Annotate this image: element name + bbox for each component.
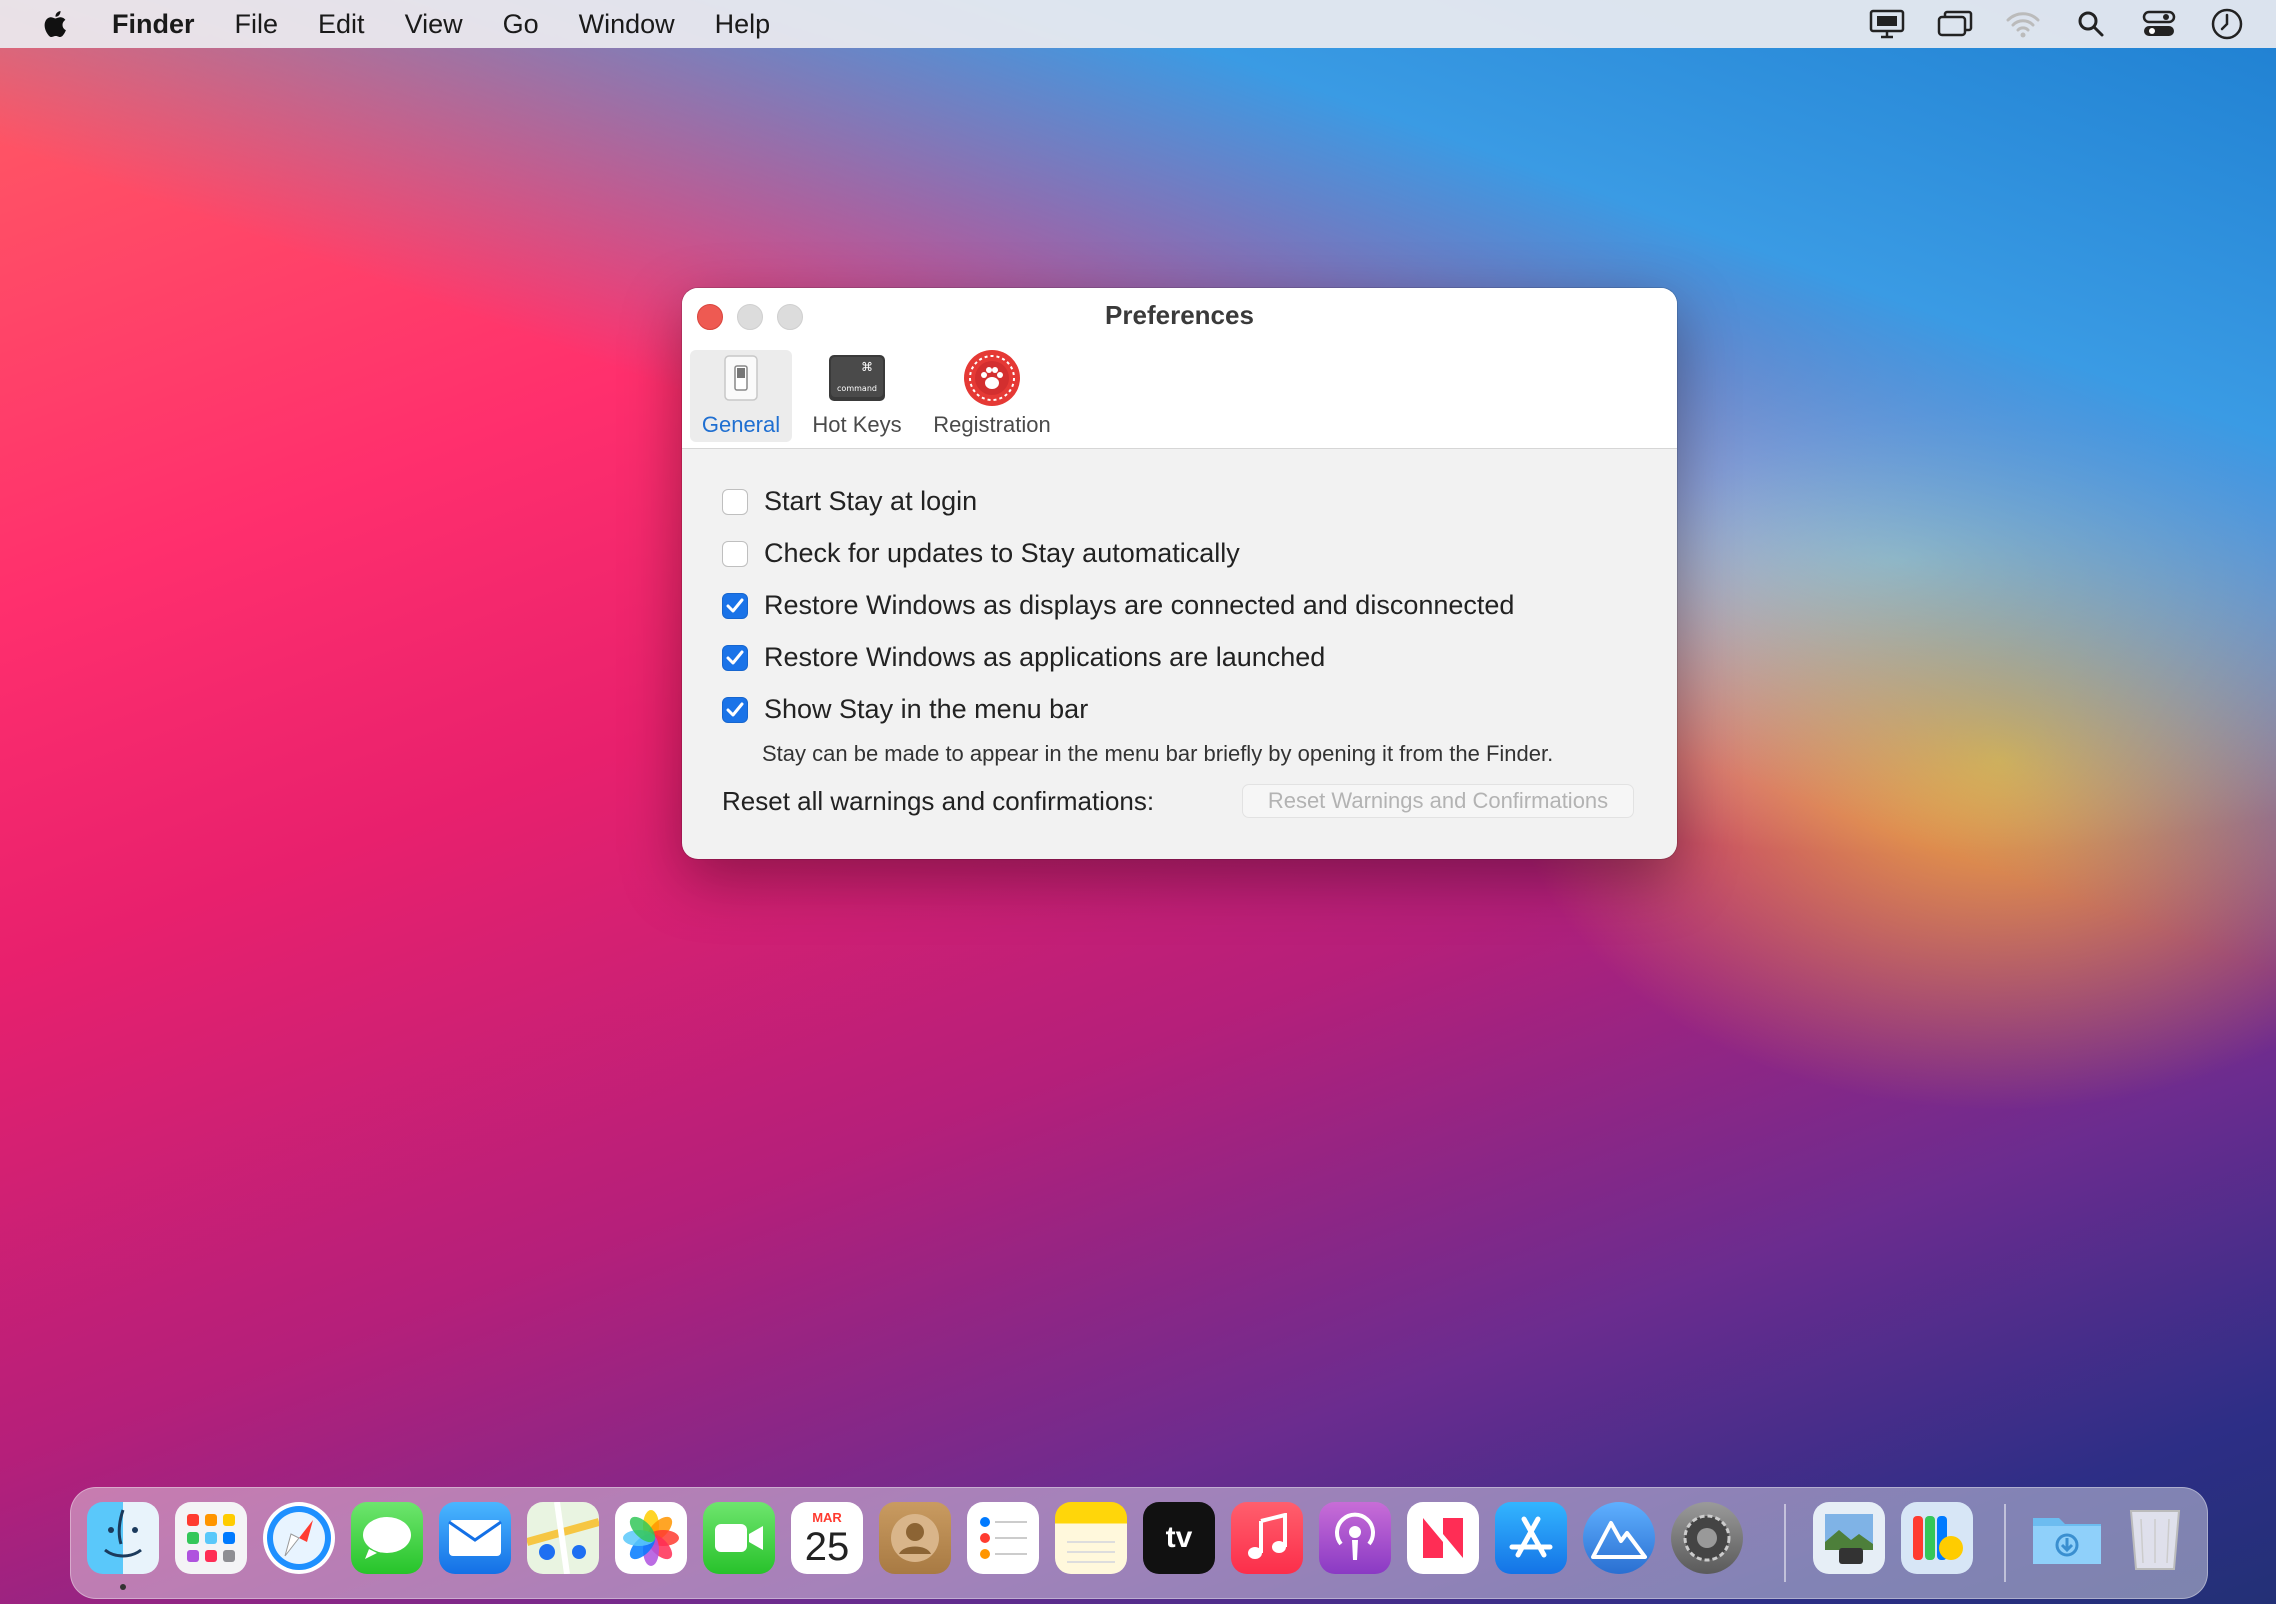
contacts-icon[interactable] (879, 1502, 951, 1574)
notes-icon[interactable] (1055, 1502, 1127, 1574)
music-icon[interactable] (1231, 1502, 1303, 1574)
menu-edit[interactable]: Edit (318, 9, 365, 40)
show-in-menu-bar-label: Show Stay in the menu bar (764, 694, 1089, 724)
switch-icon (711, 350, 771, 406)
photos-icon[interactable] (615, 1502, 687, 1574)
checkmark-icon (726, 598, 744, 612)
menu-go[interactable]: Go (503, 9, 539, 40)
calendar-day: 25 (804, 1524, 850, 1569)
menu-file[interactable]: File (235, 9, 279, 40)
mountain-app-icon[interactable] (1583, 1502, 1655, 1574)
option-show-in-menu-bar[interactable]: Show Stay in the menu bar (722, 694, 1088, 725)
menu-help[interactable]: Help (715, 9, 771, 40)
apple-tv-label: tv (1165, 1521, 1193, 1554)
control-center-icon[interactable] (2140, 5, 2178, 43)
apple-tv-icon[interactable]: tv (1143, 1502, 1215, 1574)
finder-running-indicator (120, 1584, 126, 1590)
svg-text:⌘: ⌘ (861, 360, 873, 374)
paw-seal-icon (962, 350, 1022, 406)
dock-separator (1784, 1504, 1786, 1582)
tab-hot-keys-label: Hot Keys (812, 412, 902, 437)
safari-icon[interactable] (263, 1502, 335, 1574)
tab-general-label: General (701, 412, 781, 437)
menu-app-name[interactable]: Finder (112, 9, 195, 40)
trash-icon[interactable] (2119, 1502, 2191, 1574)
checkmark-icon (726, 650, 744, 664)
option-start-at-login[interactable]: Start Stay at login (722, 486, 977, 517)
tab-general[interactable]: General (690, 350, 792, 442)
menu-bar: Finder File Edit View Go Window Help (0, 0, 2276, 48)
launchpad-icon[interactable] (175, 1502, 247, 1574)
show-in-menu-bar-checkbox[interactable] (722, 696, 748, 723)
tab-registration-label: Registration (933, 412, 1051, 437)
restore-displays-label: Restore Windows as displays are connecte… (764, 590, 1515, 620)
start-at-login-label: Start Stay at login (764, 486, 978, 516)
checkmark-icon (726, 702, 744, 716)
option-restore-applications[interactable]: Restore Windows as applications are laun… (722, 642, 1325, 673)
facetime-icon[interactable] (703, 1502, 775, 1574)
restore-displays-checkbox[interactable] (722, 592, 748, 619)
menu-window[interactable]: Window (579, 9, 675, 40)
restore-applications-checkbox[interactable] (722, 644, 748, 671)
mail-icon[interactable] (439, 1502, 511, 1574)
calendar-icon[interactable]: MAR 25 (791, 1502, 863, 1574)
search-icon[interactable] (2072, 5, 2110, 43)
calendar-month: MAR (812, 1509, 842, 1525)
wifi-icon[interactable] (2004, 5, 2042, 43)
reset-warnings-label: Reset all warnings and confirmations: (722, 786, 1155, 816)
option-check-updates[interactable]: Check for updates to Stay automatically (722, 538, 1240, 569)
reminders-icon[interactable] (967, 1502, 1039, 1574)
apple-menu-icon[interactable] (40, 6, 72, 42)
downloads-folder-icon[interactable] (2031, 1502, 2103, 1574)
color-sync-icon[interactable] (1901, 1502, 1973, 1574)
preferences-window: Preferences General ⌘ command Hot Keys R… (682, 288, 1677, 859)
finder-icon[interactable] (87, 1502, 159, 1574)
check-updates-label: Check for updates to Stay automatically (764, 538, 1240, 568)
dock: MAR 25 tv (70, 1487, 2208, 1599)
reset-warnings-button[interactable]: Reset Warnings and Confirmations (1242, 784, 1634, 818)
system-preferences-icon[interactable] (1671, 1502, 1743, 1574)
command-key-icon: ⌘ command (827, 350, 887, 406)
window-toolbar: Preferences General ⌘ command Hot Keys R… (682, 288, 1677, 449)
tab-hot-keys[interactable]: ⌘ command Hot Keys (802, 350, 912, 442)
dock-separator (2004, 1504, 2006, 1582)
restore-applications-label: Restore Windows as applications are laun… (764, 642, 1326, 672)
display-icon[interactable] (1868, 5, 1906, 43)
clock-icon[interactable] (2208, 5, 2246, 43)
check-updates-checkbox[interactable] (722, 540, 748, 567)
menu-view[interactable]: View (405, 9, 463, 40)
start-at-login-checkbox[interactable] (722, 488, 748, 515)
tab-registration[interactable]: Registration (922, 350, 1062, 442)
maps-icon[interactable] (527, 1502, 599, 1574)
app-store-icon[interactable] (1495, 1502, 1567, 1574)
menu-bar-hint: Stay can be made to appear in the menu b… (762, 741, 1554, 766)
svg-text:command: command (837, 384, 877, 393)
screen-mirroring-icon[interactable] (1936, 5, 1974, 43)
messages-icon[interactable] (351, 1502, 423, 1574)
news-icon[interactable] (1407, 1502, 1479, 1574)
podcasts-icon[interactable] (1319, 1502, 1391, 1574)
window-title: Preferences (1105, 300, 1254, 330)
preview-icon[interactable] (1813, 1502, 1885, 1574)
option-restore-displays[interactable]: Restore Windows as displays are connecte… (722, 590, 1514, 621)
